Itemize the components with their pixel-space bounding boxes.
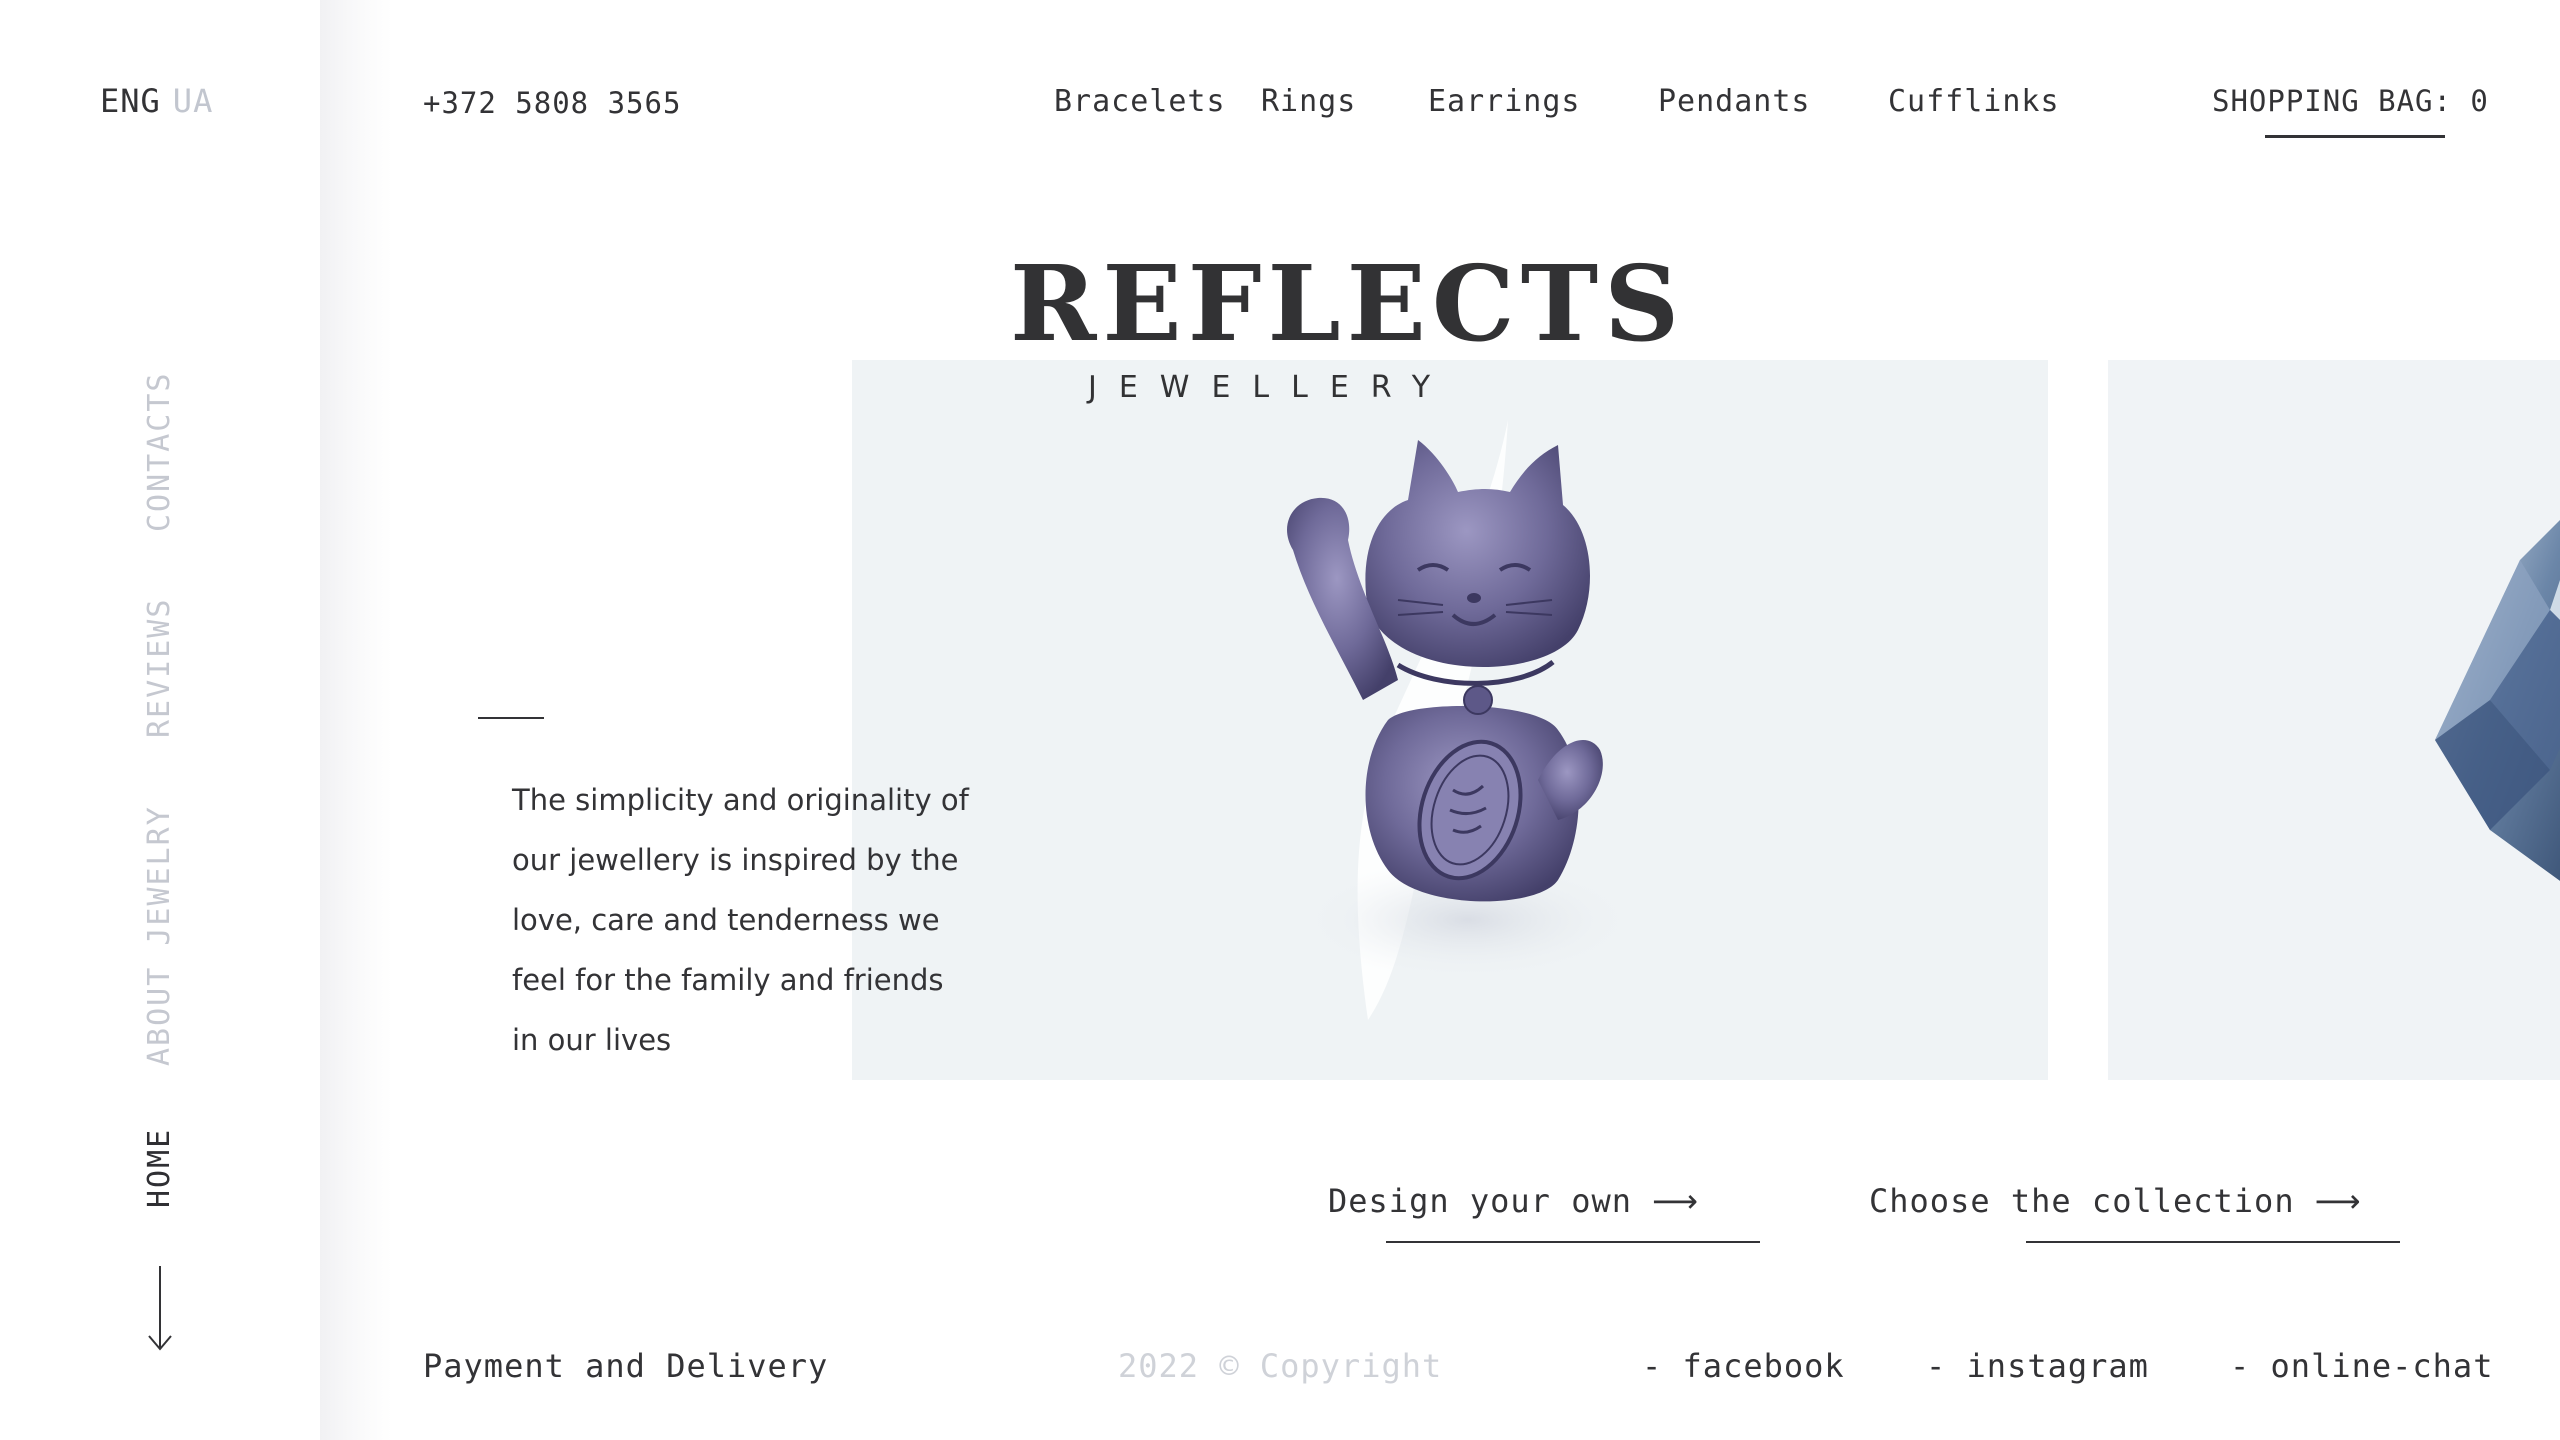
intro-line: The simplicity and originality of [512,783,969,817]
intro-text: The simplicity and originality of our je… [512,770,1032,1070]
copyright-text: 2022 © Copyright [1118,1347,1443,1385]
nav-earrings[interactable]: Earrings [1428,84,1581,119]
arrow-down-icon[interactable] [146,1266,174,1352]
sidebar-item-about-jewelry[interactable]: ABOUT JEWELRY [142,805,177,1066]
sidebar-item-contacts[interactable]: CONTACTS [142,372,177,533]
nav-bracelets[interactable]: Bracelets [1054,84,1226,119]
choose-collection-link[interactable]: Choose the collection ⟶ [1869,1182,2361,1220]
sidebar-shadow [320,0,392,1440]
facebook-link[interactable]: - facebook [1642,1347,1845,1385]
shopping-bag-underline [2265,135,2445,138]
intro-line: feel for the family and friends [512,963,944,997]
intro-line: love, care and tenderness we [512,903,940,937]
payment-delivery-link[interactable]: Payment and Delivery [423,1347,828,1385]
brand-name: REFLECTS [1010,242,1686,365]
design-your-own-link[interactable]: Design your own ⟶ [1328,1182,1699,1220]
language-switcher: ENG UA [100,82,213,120]
choose-collection-underline [2026,1241,2400,1243]
blue-gem-image [2435,520,2560,881]
maneki-neko-pendant-image [1287,420,1638,1020]
language-alternate[interactable]: UA [173,82,214,120]
sidebar-item-reviews[interactable]: REVIEWS [142,598,177,738]
intro-line: in our lives [512,1023,672,1057]
intro-line: our jewellery is inspired by the [512,843,959,877]
language-current[interactable]: ENG [100,82,161,120]
nav-cufflinks[interactable]: Cufflinks [1888,84,2060,119]
intro-divider [478,717,544,719]
instagram-link[interactable]: - instagram [1926,1347,2149,1385]
online-chat-link[interactable]: - online-chat [2230,1347,2493,1385]
choose-collection-label: Choose the collection [1869,1182,2295,1220]
arrow-right-icon: ⟶ [1651,1182,1699,1220]
nav-pendants[interactable]: Pendants [1658,84,1811,119]
arrow-right-icon: ⟶ [2314,1182,2362,1220]
phone-number[interactable]: +372 5808 3565 [423,86,681,120]
design-your-own-label: Design your own [1328,1182,1632,1220]
shopping-bag-button[interactable]: SHOPPING BAG: 0 [2212,84,2489,118]
nav-rings[interactable]: Rings [1261,84,1356,119]
design-your-own-underline [1386,1241,1760,1243]
sidebar-item-home[interactable]: HOME [142,1128,177,1208]
